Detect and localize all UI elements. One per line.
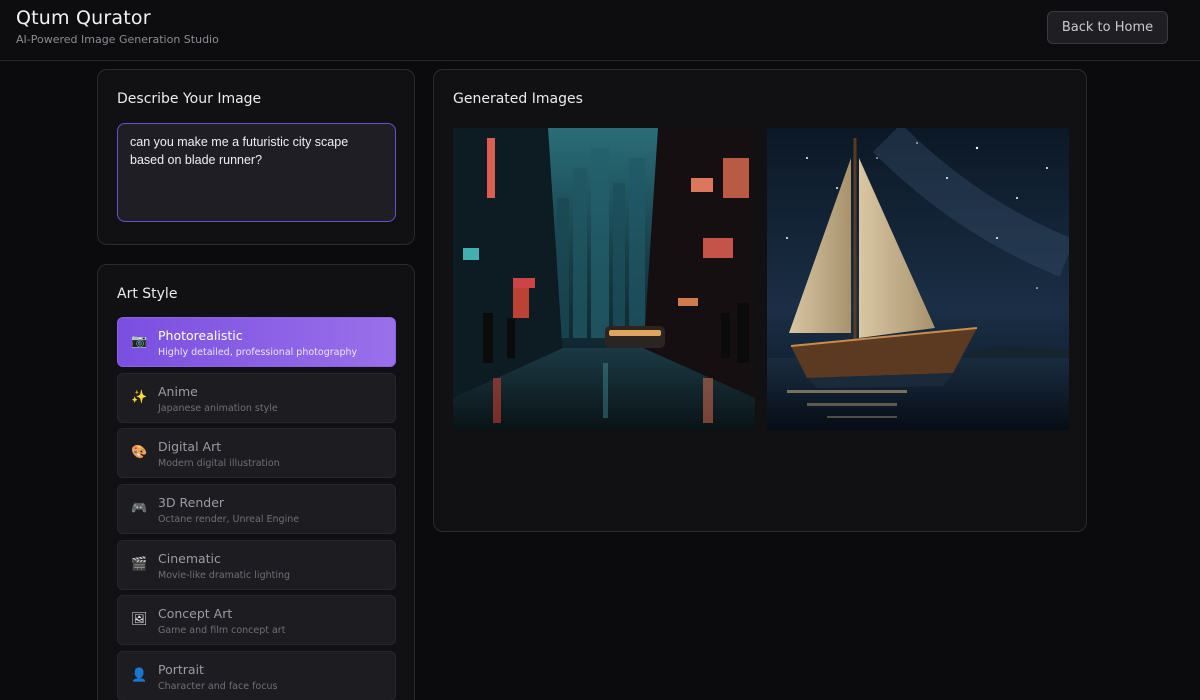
back-to-home-button[interactable]: Back to Home	[1047, 11, 1168, 44]
art-style-option-anime[interactable]: ✨ Anime Japanese animation style	[117, 372, 396, 423]
app-subtitle: AI-Powered Image Generation Studio	[16, 33, 219, 46]
art-style-name: Digital Art	[158, 439, 222, 455]
art-style-name: Concept Art	[158, 606, 233, 622]
art-style-option-concept-art[interactable]: 🖼 Concept Art Game and film concept art	[117, 595, 396, 646]
gamepad-icon: 🎮	[131, 501, 148, 517]
art-style-card: Art Style 📷 Photorealistic Highly detailed…	[97, 264, 415, 700]
art-style-option-cinematic[interactable]: 🎬 Cinematic Movie-like dramatic lighting	[117, 539, 396, 590]
person-icon: 👤	[131, 668, 148, 684]
art-style-description: Game and film concept art	[158, 625, 286, 637]
art-style-option-digital-art[interactable]: 🎨 Digital Art Modern digital illustration	[117, 428, 396, 479]
framed-picture-icon: 🖼	[131, 612, 148, 628]
art-style-name: 3D Render	[158, 495, 225, 511]
art-style-title: Art Style	[117, 286, 178, 302]
generated-title: Generated Images	[453, 91, 583, 107]
art-style-name: Anime	[158, 383, 198, 399]
art-style-description: Highly detailed, professional photograph…	[158, 347, 358, 358]
art-style-description: Movie-like dramatic lighting	[158, 569, 291, 581]
art-style-description: Octane render, Unreal Engine	[158, 514, 300, 526]
art-style-list: 📷 Photorealistic Highly detailed, professi…	[117, 317, 396, 700]
clapperboard-icon: 🎬	[131, 556, 148, 572]
camera-icon: 📷	[131, 334, 148, 349]
describe-card: Describe Your Image	[97, 69, 415, 245]
art-style-description: Character and face focus	[158, 681, 278, 693]
generated-image-cityscape[interactable]	[453, 128, 755, 430]
art-style-description: Japanese animation style	[158, 402, 278, 414]
top-bar: Qtum Qurator AI-Powered Image Generation…	[0, 0, 1200, 61]
generated-images-card: Generated Images	[433, 69, 1087, 532]
art-style-name: Portrait	[158, 662, 204, 678]
app-title: Qtum Qurator	[16, 7, 151, 29]
generated-image-sailboat[interactable]	[767, 128, 1069, 430]
prompt-input[interactable]	[117, 123, 396, 222]
describe-title: Describe Your Image	[117, 91, 262, 107]
art-style-option-portrait[interactable]: 👤 Portrait Character and face focus	[117, 651, 396, 700]
brand: Qtum Qurator AI-Powered Image Generation…	[16, 7, 219, 46]
art-style-option-photorealistic[interactable]: 📷 Photorealistic Highly detailed, professi…	[117, 317, 396, 367]
art-style-option-3d-render[interactable]: 🎮 3D Render Octane render, Unreal Engine	[117, 484, 396, 535]
art-style-name: Photorealistic	[158, 328, 243, 343]
sparkles-icon: ✨	[131, 389, 148, 405]
palette-icon: 🎨	[131, 445, 148, 461]
art-style-name: Cinematic	[158, 550, 221, 566]
art-style-description: Modern digital illustration	[158, 458, 280, 470]
